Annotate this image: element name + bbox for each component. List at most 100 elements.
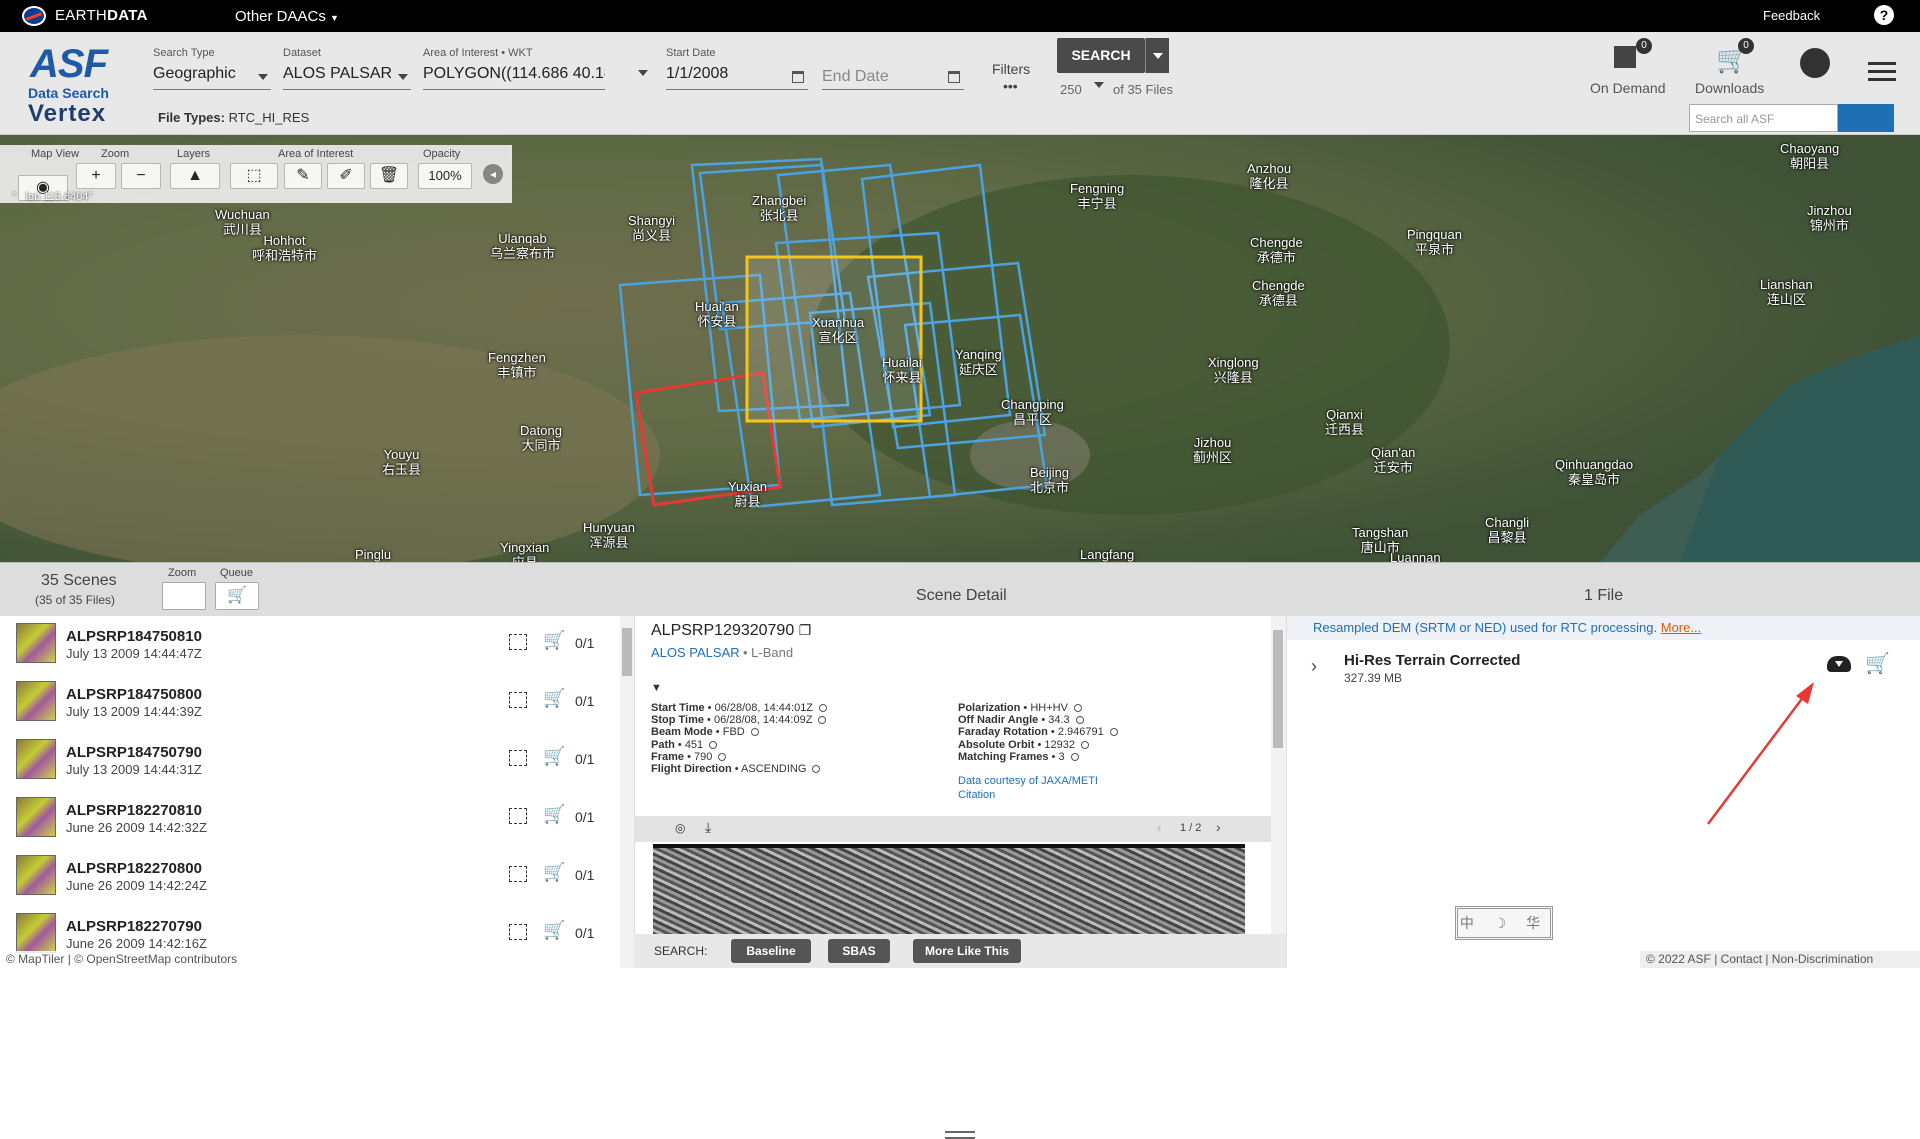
gear-icon[interactable] [818,716,827,725]
chevron-right-icon[interactable]: › [1311,656,1317,677]
map-attribution[interactable]: © MapTiler | © OpenStreetMap contributor… [0,951,266,968]
footer-links[interactable]: © 2022 ASF | Contact | Non-Discriminatio… [1640,951,1920,968]
resize-handle[interactable] [945,1131,975,1139]
add-to-cart-icon[interactable]: 🛒 [543,630,565,651]
calendar-icon[interactable] [948,71,960,83]
gear-icon[interactable] [1080,740,1089,749]
dataset-select[interactable]: ALOS PALSAR [283,65,411,90]
scene-name: ALPSRP184750800 [66,686,202,703]
zoom-out-button[interactable]: − [121,163,161,189]
on-demand-label[interactable]: On Demand [1590,80,1665,96]
trash-icon[interactable]: 🗑 [370,163,408,189]
map-place-name: Changli [1485,515,1530,530]
start-date-input[interactable]: 1/1/2008 [666,65,808,90]
asf-logo[interactable]: ASF [30,42,108,87]
feedback-link[interactable]: Feedback [1763,8,1820,23]
add-to-cart-icon[interactable]: 🛒 [543,862,565,883]
filters-button[interactable]: Filters [992,61,1030,77]
zoom-to-results-button[interactable] [162,582,206,610]
map-place-name: Zhangbei [752,193,807,208]
eye-icon[interactable]: ◎ [675,821,685,835]
more-link[interactable]: More... [1661,620,1701,635]
zoom-to-scene-icon[interactable] [509,924,527,940]
end-date-input[interactable]: End Date [822,65,964,90]
dem-note: Resampled DEM (SRTM or NED) used for RTC… [1287,616,1920,640]
on-demand-icon[interactable] [1614,46,1636,68]
gear-icon[interactable] [750,728,759,737]
sbas-button[interactable]: SBAS [828,939,890,963]
metadata-toggle[interactable]: ▼ [651,682,662,694]
map-place-label: Youyu 右玉县 [382,447,421,477]
gear-icon[interactable] [812,765,821,773]
chevron-down-icon [398,74,408,80]
more-like-this-button[interactable]: More Like This [913,939,1021,963]
map-place-name-zh: 尚义县 [631,228,671,243]
gear-icon[interactable] [709,740,718,749]
gear-icon[interactable] [1075,716,1084,725]
other-daacs-menu[interactable]: Other DAACs ▼ [235,8,339,25]
downloads-label[interactable]: Downloads [1695,80,1764,96]
scene-row[interactable]: ALPSRP184750810 July 13 2009 14:44:47Z 🛒 0/… [0,616,620,673]
microphone-icon[interactable] [1838,104,1862,132]
scene-row[interactable]: ALPSRP184750790 July 13 2009 14:44:31Z 🛒 0/… [0,732,620,789]
zoom-to-scene-icon[interactable] [509,634,527,650]
baseline-button[interactable]: Baseline [731,939,811,963]
scene-row[interactable]: ALPSRP184750800 July 13 2009 14:44:39Z 🛒 0/… [0,674,620,731]
zoom-in-button[interactable]: + [76,163,116,189]
zoom-to-scene-icon[interactable] [509,866,527,882]
add-all-to-queue-button[interactable]: 🛒 [215,582,259,610]
add-to-cart-icon[interactable]: 🛒 [543,804,565,825]
gear-icon[interactable] [1109,728,1118,737]
scene-row[interactable]: ALPSRP182270810 June 26 2009 14:42:32Z 🛒 0/… [0,790,620,847]
dataset-link[interactable]: ALOS PALSAR [651,645,740,660]
scrollbar-thumb[interactable] [1273,630,1283,748]
map-place-label: Ulanqab 乌兰察布市 [490,231,555,261]
aoi-wkt-input[interactable]: POLYGON((114.686 40.18 [423,65,605,90]
map-place-name-zh: 应县 [500,555,549,562]
zoom-to-scene-icon[interactable] [509,750,527,766]
chevron-down-icon[interactable] [638,70,648,76]
search-all-asf-input[interactable]: Search all ASF [1689,104,1838,132]
detail-search-bar: SEARCH: Baseline SBAS More Like This [634,934,1286,968]
add-to-cart-icon[interactable]: 🛒 [543,746,565,767]
search-button[interactable]: SEARCH [1057,38,1145,73]
max-results-select[interactable]: 250 [1060,82,1082,97]
cloud-download-icon[interactable] [1827,656,1851,672]
more-icon[interactable]: ••• [1003,78,1018,94]
help-icon[interactable]: ? [1874,5,1894,25]
pencil-icon[interactable]: ✎ [284,163,322,189]
next-icon[interactable]: › [1216,819,1221,835]
layers-icon[interactable]: ▲ [170,163,220,189]
add-to-cart-icon[interactable]: 🛒 [543,688,565,709]
previous-icon[interactable]: ‹ [1157,821,1161,835]
earthdata-logo[interactable]: EARTHDATA [55,7,148,24]
search-type-select[interactable]: Geographic [153,65,271,90]
search-icon[interactable] [1862,104,1894,132]
citation-link[interactable]: Citation [958,789,995,801]
gear-icon[interactable] [718,752,727,761]
add-to-cart-icon[interactable]: 🛒 [1865,651,1890,676]
seal-stamp: 中 ☽ 华 [1455,906,1553,940]
nasa-logo[interactable] [22,6,46,26]
scrollbar-thumb[interactable] [622,628,632,676]
opacity-input[interactable]: 100% [418,163,472,189]
draw-box-icon[interactable]: ⬚ [230,163,278,189]
edit-polygon-icon[interactable]: ✐ [327,163,365,189]
user-account-icon[interactable] [1800,48,1830,78]
gear-icon[interactable] [1073,704,1082,712]
download-icon[interactable]: ⤓ [705,819,711,836]
collapse-toolbar-icon[interactable]: ◂ [483,164,503,184]
scene-row[interactable]: ALPSRP182270800 June 26 2009 14:42:24Z 🛒 0/… [0,848,620,905]
zoom-to-scene-icon[interactable] [509,692,527,708]
zoom-to-scene-icon[interactable] [509,808,527,824]
gear-icon[interactable] [819,704,828,712]
calendar-icon[interactable] [792,71,804,83]
data-courtesy-link[interactable]: Data courtesy of JAXA/METI [958,775,1098,787]
add-to-cart-icon[interactable]: 🛒 [543,920,565,941]
search-options-dropdown[interactable] [1145,38,1169,73]
metadata-key: Start Time [651,702,705,714]
menu-icon[interactable] [1868,62,1896,82]
scene-name: ALPSRP182270800 [66,860,202,877]
copy-icon[interactable]: ❐ [799,622,812,638]
gear-icon[interactable] [1070,752,1079,761]
